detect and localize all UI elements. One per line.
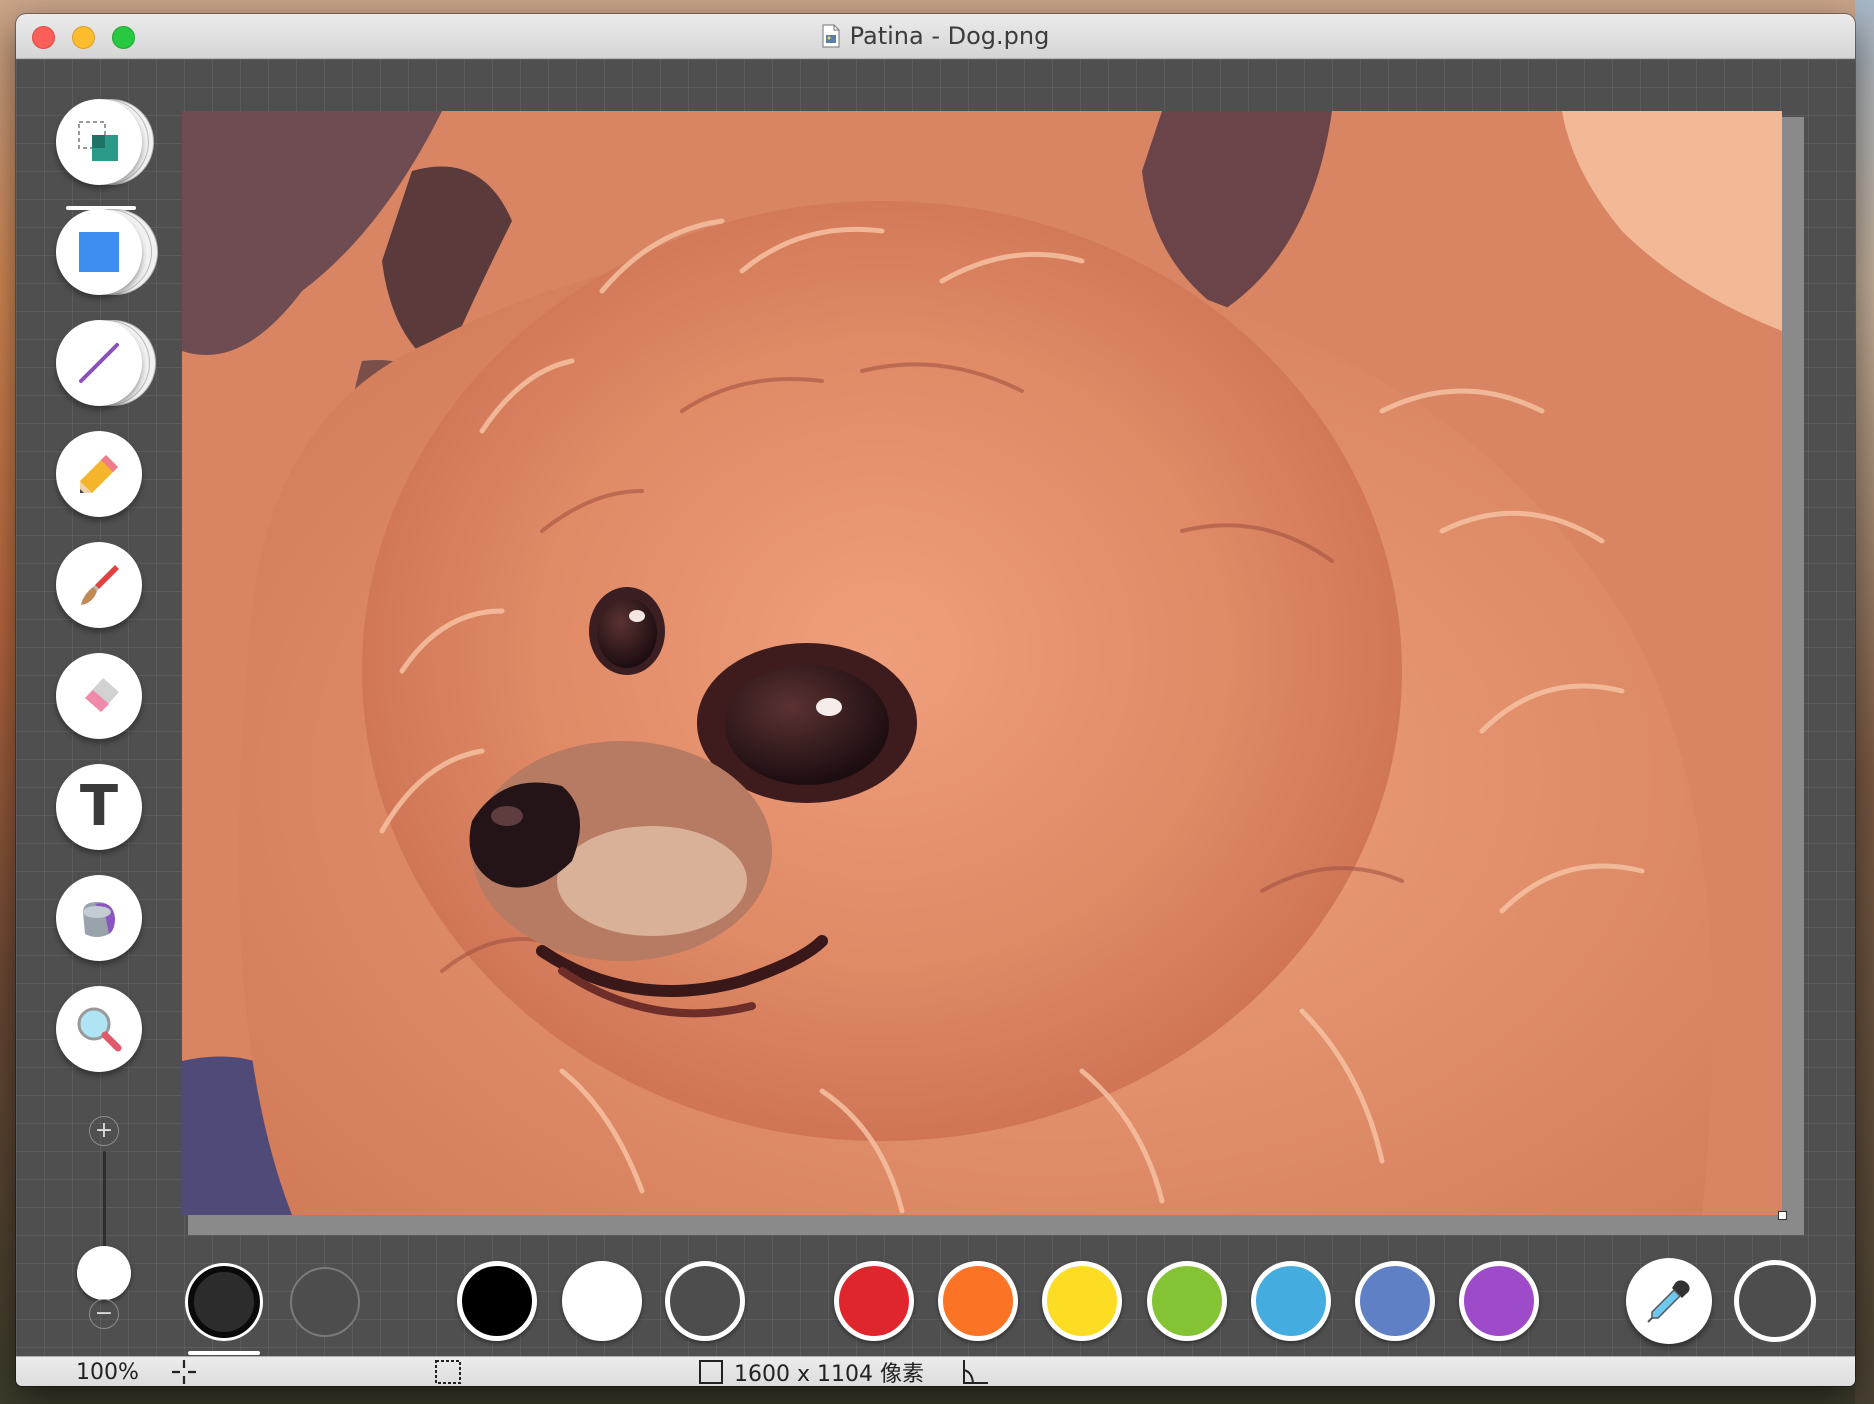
swatch-white[interactable] bbox=[562, 1261, 642, 1341]
zoom-in-button[interactable]: + bbox=[89, 1116, 119, 1146]
app-window: Patina - Dog.png T + − 100% 1600 x 1104 … bbox=[16, 14, 1855, 1386]
dog-painting bbox=[182, 111, 1782, 1215]
eraser-tool-button[interactable] bbox=[56, 653, 142, 739]
magnifier-icon bbox=[77, 1007, 122, 1052]
swatch-purple[interactable] bbox=[1459, 1261, 1539, 1341]
fill-color-well[interactable] bbox=[290, 1267, 360, 1337]
text-icon: T bbox=[79, 774, 119, 839]
shape-tool-button[interactable] bbox=[56, 209, 142, 295]
resize-handle[interactable] bbox=[1778, 1211, 1787, 1220]
swatch-black[interactable] bbox=[457, 1261, 537, 1341]
select-tool-button[interactable] bbox=[56, 99, 142, 185]
status-bar: 100% 1600 x 1104 像素 bbox=[16, 1356, 1855, 1386]
desktop-background bbox=[1855, 0, 1874, 1404]
document-icon bbox=[822, 24, 840, 48]
image-dimensions: 1600 x 1104 像素 bbox=[734, 1362, 924, 1386]
marquee-icon bbox=[434, 1357, 462, 1386]
swatch-orange[interactable] bbox=[938, 1261, 1018, 1341]
brush-icon bbox=[81, 565, 119, 605]
eraser-icon bbox=[85, 678, 119, 712]
eyedropper-icon bbox=[1647, 1280, 1690, 1323]
text-tool-button[interactable]: T bbox=[56, 764, 142, 850]
swatch-none[interactable] bbox=[665, 1261, 745, 1341]
title-bar: Patina - Dog.png bbox=[16, 14, 1855, 59]
square-outline-icon bbox=[698, 1357, 724, 1386]
selection-icon bbox=[78, 121, 118, 161]
square-shape-icon bbox=[79, 232, 119, 272]
window-title: Patina - Dog.png bbox=[16, 14, 1855, 58]
selected-well-indicator bbox=[188, 1351, 260, 1355]
pencil-icon bbox=[80, 455, 118, 493]
swatch-green[interactable] bbox=[1147, 1261, 1227, 1341]
line-icon bbox=[79, 343, 119, 383]
canvas-area[interactable]: T + − bbox=[16, 59, 1855, 1356]
swatch-periwinkle[interactable] bbox=[1355, 1261, 1435, 1341]
swatch-light-blue[interactable] bbox=[1251, 1261, 1331, 1341]
paint-bucket-icon bbox=[83, 902, 115, 937]
eyedropper-button[interactable] bbox=[1626, 1258, 1712, 1344]
swatch-red[interactable] bbox=[834, 1261, 914, 1341]
swatch-yellow[interactable] bbox=[1042, 1261, 1122, 1341]
pencil-tool-button[interactable] bbox=[56, 431, 142, 517]
crosshair-icon bbox=[170, 1357, 198, 1386]
zoom-slider-knob[interactable] bbox=[77, 1246, 131, 1301]
magnifier-tool-button[interactable] bbox=[56, 986, 142, 1072]
line-tool-button[interactable] bbox=[56, 320, 142, 406]
zoom-level: 100% bbox=[76, 1359, 139, 1385]
custom-color-well[interactable] bbox=[1734, 1260, 1816, 1342]
stroke-color-well[interactable] bbox=[188, 1266, 260, 1338]
title-text: Patina - Dog.png bbox=[849, 22, 1050, 50]
angle-icon bbox=[960, 1357, 990, 1386]
zoom-out-button[interactable]: − bbox=[89, 1299, 119, 1329]
fill-tool-button[interactable] bbox=[56, 875, 142, 961]
brush-tool-button[interactable] bbox=[56, 542, 142, 628]
canvas-image[interactable] bbox=[182, 111, 1782, 1215]
